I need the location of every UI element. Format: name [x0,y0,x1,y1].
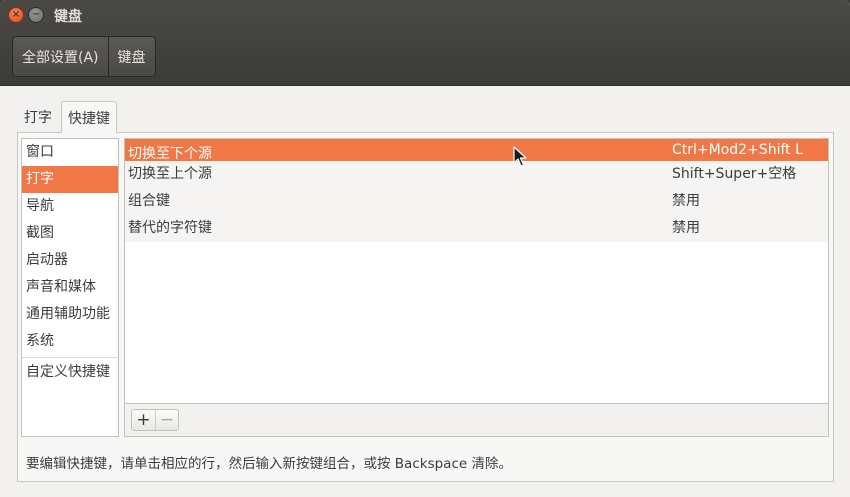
tab-bar: 打字 快捷键 [18,101,117,133]
category-divider [22,357,118,358]
shortcut-row[interactable]: 切换至上个源 Shift+Super+空格 [125,161,828,188]
category-item-typing[interactable]: 打字 [22,166,118,193]
keyboard-settings-window: × − 键盘 全部设置(A) 键盘 打字 快捷键 窗口 打字 导航 截图 启动器… [0,0,850,497]
remove-icon[interactable]: − [155,410,178,430]
shortcut-name: 替代的字符键 [128,220,212,236]
category-item-custom-shortcuts[interactable]: 自定义快捷键 [22,359,118,386]
window-controls: × − [8,7,44,23]
category-item-screenshots[interactable]: 截图 [22,220,118,247]
mouse-pointer-icon [513,146,527,167]
category-item-windows[interactable]: 窗口 [22,139,118,166]
shortcut-list: 切换至下个源 Ctrl+Mod2+Shift L 切换至上个源 Shift+Su… [125,139,828,404]
shortcut-row[interactable]: 替代的字符键 禁用 [125,215,828,242]
shortcut-pane: 切换至下个源 Ctrl+Mod2+Shift L 切换至上个源 Shift+Su… [124,138,829,437]
category-item-system[interactable]: 系统 [22,328,118,355]
breadcrumb: 全部设置(A) 键盘 [12,36,156,77]
shortcut-row[interactable]: 组合键 禁用 [125,188,828,215]
add-remove-toolbar: + − [131,409,179,431]
shortcut-accelerator: Ctrl+Mod2+Shift L [672,142,803,158]
category-item-launchers[interactable]: 启动器 [22,247,118,274]
category-item-accessibility[interactable]: 通用辅助功能 [22,301,118,328]
category-list: 窗口 打字 导航 截图 启动器 声音和媒体 通用辅助功能 系统 自定义快捷键 [21,138,119,437]
minimize-icon[interactable]: − [28,7,44,23]
all-settings-button[interactable]: 全部设置(A) [13,37,108,76]
window-title: 键盘 [54,9,82,25]
close-icon[interactable]: × [8,7,24,23]
category-item-sound-media[interactable]: 声音和媒体 [22,274,118,301]
keyboard-breadcrumb-button[interactable]: 键盘 [107,37,155,76]
tab-typing[interactable]: 打字 [18,101,58,133]
shortcut-name: 组合键 [128,193,170,209]
shortcut-name: 切换至上个源 [128,166,212,182]
shortcut-accelerator: 禁用 [672,193,700,209]
add-icon[interactable]: + [132,410,155,430]
title-bar: × − 键盘 全部设置(A) 键盘 [0,0,850,86]
tab-shortcuts[interactable]: 快捷键 [61,101,117,133]
shortcut-row[interactable]: 切换至下个源 Ctrl+Mod2+Shift L [125,139,828,162]
shortcut-accelerator: Shift+Super+空格 [672,166,797,182]
help-text: 要编辑快捷键，请单击相应的行，然后输入新按键组合，或按 Backspace 清除… [26,456,512,472]
category-item-navigation[interactable]: 导航 [22,193,118,220]
shortcut-accelerator: 禁用 [672,220,700,236]
